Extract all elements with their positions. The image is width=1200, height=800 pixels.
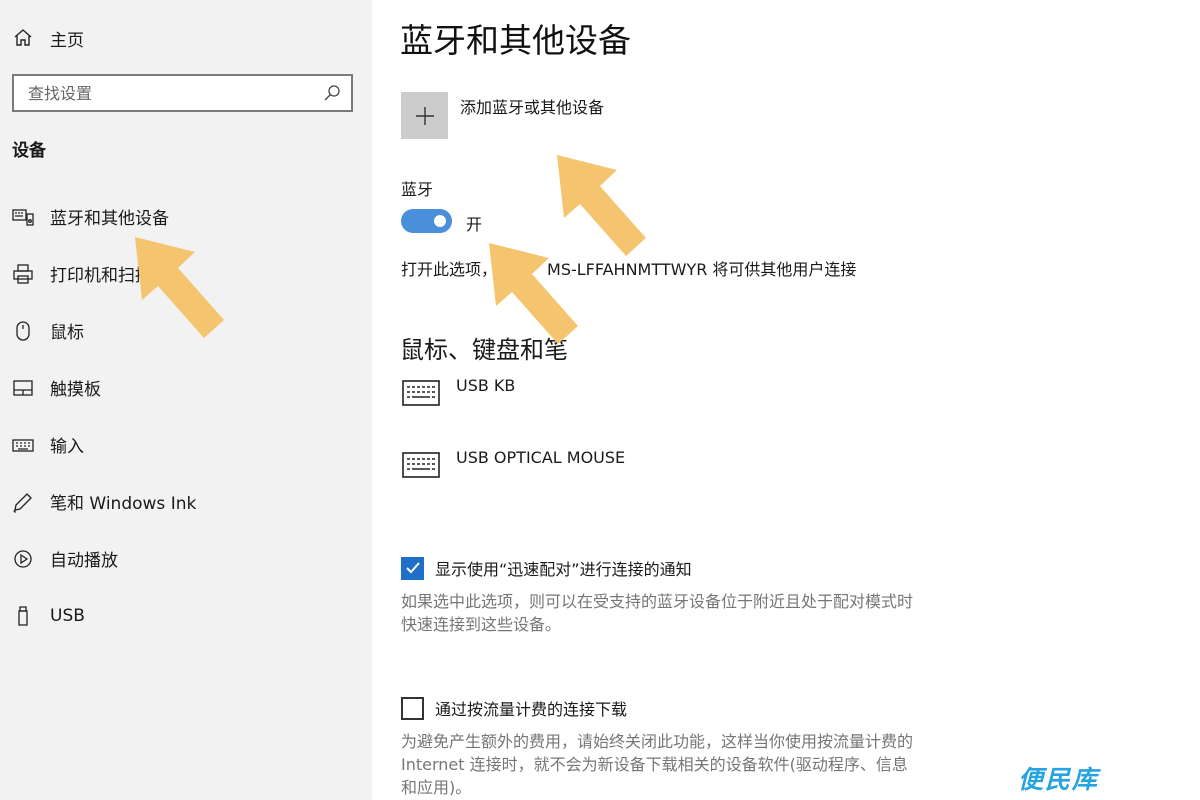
sidebar-item-label: 自动播放 — [50, 551, 118, 571]
sidebar-item-pen[interactable]: 笔和 Windows Ink — [0, 473, 372, 530]
device-name: USB OPTICAL MOUSE — [456, 448, 626, 467]
bluetooth-label: 蓝牙 — [401, 180, 434, 199]
device-name: USB KB — [456, 376, 516, 395]
device-usb-kb[interactable]: USB KB — [402, 376, 515, 406]
home-icon — [12, 27, 34, 49]
description-line: 快速连接到这些设备。 — [401, 615, 562, 634]
pen-icon — [12, 491, 34, 513]
settings-search-input[interactable] — [28, 83, 323, 103]
swift-pair-checkbox[interactable] — [401, 556, 424, 580]
annotation-arrow-icon — [489, 243, 578, 344]
add-device-label[interactable]: 添加蓝牙或其他设备 — [460, 94, 604, 118]
metered-download-label: 通过按流量计费的连接下载 — [435, 700, 628, 719]
sidebar-item-label: 输入 — [50, 437, 84, 457]
metered-download-checkbox-row[interactable]: 通过按流量计费的连接下载 — [401, 696, 627, 720]
description-line: Internet 连接时，就不会为新设备下载相关的设备软件(驱动程序、信息 — [401, 755, 908, 774]
usb-icon — [12, 605, 34, 627]
sidebar-section-title: 设备 — [12, 141, 46, 161]
settings-search-box[interactable] — [12, 74, 353, 112]
mouse-icon — [12, 320, 34, 342]
page-title: 蓝牙和其他设备 — [400, 21, 631, 60]
description-line: 为避免产生额外的费用，请始终关闭此功能，这样当你使用按流量计费的 — [401, 732, 914, 751]
home-nav-item[interactable]: 主页 — [12, 24, 84, 52]
keyboard-icon — [402, 380, 440, 406]
home-label: 主页 — [50, 30, 84, 51]
touchpad-icon — [12, 377, 34, 399]
autoplay-icon — [12, 548, 34, 570]
description-line: 如果选中此选项，则可以在受支持的蓝牙设备位于附近且处于配对模式时 — [401, 592, 914, 611]
device-usb-optical-mouse[interactable]: USB OPTICAL MOUSE — [402, 448, 625, 478]
sidebar-item-touchpad[interactable]: 触摸板 — [0, 359, 372, 416]
keyboard-icon — [12, 434, 34, 456]
swift-pair-checkbox-row[interactable]: 显示使用“迅速配对”进行连接的通知 — [401, 556, 692, 580]
description-line: 和应用)。 — [401, 778, 472, 797]
metered-download-description: 为避免产生额外的费用，请始终关闭此功能，这样当你使用按流量计费的 Interne… — [401, 730, 941, 799]
sidebar-item-typing[interactable]: 输入 — [0, 416, 372, 473]
sidebar-item-autoplay[interactable]: 自动播放 — [0, 530, 372, 587]
sidebar-item-label: 蓝牙和其他设备 — [50, 209, 169, 229]
swift-pair-label: 显示使用“迅速配对”进行连接的通知 — [435, 560, 692, 579]
metered-download-checkbox[interactable] — [401, 696, 424, 720]
bluetooth-state-text: 开 — [466, 215, 483, 234]
sidebar-item-label: 触摸板 — [50, 380, 101, 400]
printer-icon — [12, 263, 34, 285]
swift-pair-description: 如果选中此选项，则可以在受支持的蓝牙设备位于附近且处于配对模式时 快速连接到这些… — [401, 590, 941, 636]
keyboard-icon — [402, 452, 440, 478]
bluetooth-toggle[interactable] — [401, 209, 452, 233]
plus-icon — [415, 106, 434, 125]
main-content: 蓝牙和其他设备 添加蓝牙或其他设备 蓝牙 开 打开此选项， MS-LFFAHNMT… — [372, 0, 1200, 800]
sidebar-item-usb[interactable]: USB — [0, 587, 372, 644]
search-icon[interactable] — [323, 84, 341, 102]
watermark: 便民库 — [1018, 765, 1100, 794]
sidebar-item-label: 鼠标 — [50, 323, 84, 343]
settings-sidebar: 主页 设备 蓝牙和其他设备 打印机和扫描仪 — [0, 0, 372, 800]
add-device-button[interactable] — [401, 92, 448, 139]
toggle-knob — [434, 215, 446, 227]
sidebar-item-label: USB — [50, 605, 85, 626]
bluetooth-devices-icon — [12, 206, 34, 228]
checkmark-icon — [405, 562, 420, 574]
bluetooth-description-prefix: 打开此选项， — [401, 260, 498, 279]
annotation-arrow-icon — [135, 237, 224, 338]
bluetooth-description-suffix: MS-LFFAHNMTTWYR 将可供其他用户连接 — [547, 260, 857, 279]
sidebar-item-label: 笔和 Windows Ink — [50, 494, 197, 514]
